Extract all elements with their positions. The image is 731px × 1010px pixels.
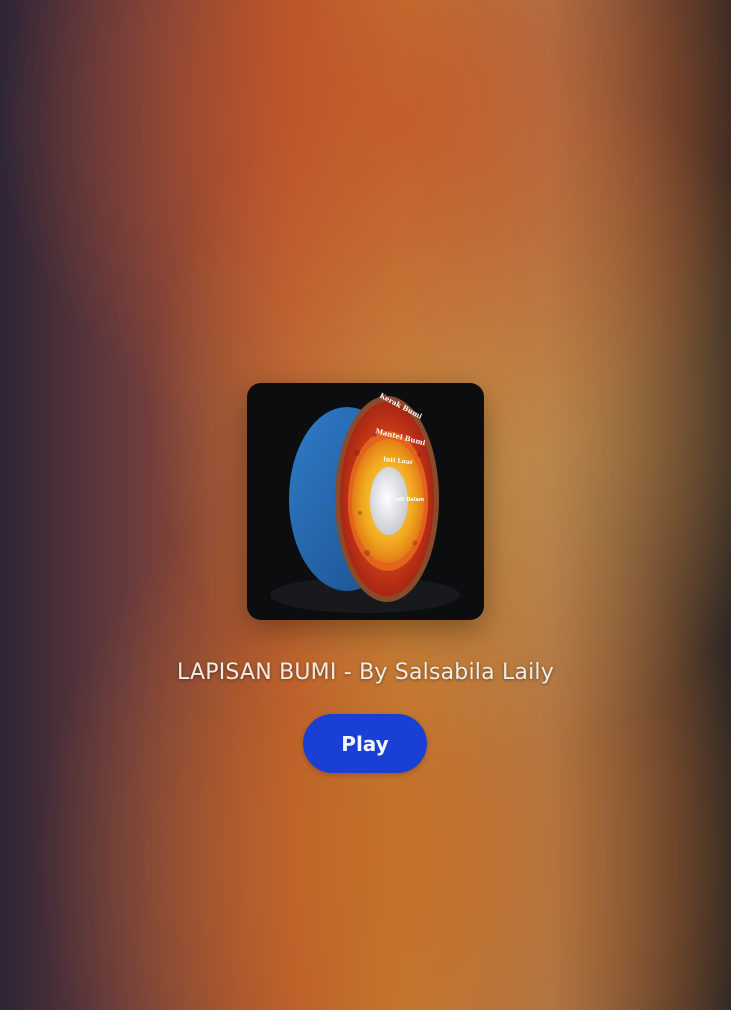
game-cover-image: Kerak Bumi Mantel Bumi Inti Luar Inti Da… [247, 383, 484, 620]
play-button[interactable]: Play [303, 714, 427, 773]
earth-layers-illustration: Kerak Bumi Mantel Bumi Inti Luar Inti Da… [270, 391, 460, 613]
game-title: LAPISAN BUMI - By Salsabila Laily [177, 660, 554, 685]
label-inti-dalam: Inti Dalam [395, 497, 424, 503]
game-launch-screen: Kerak Bumi Mantel Bumi Inti Luar Inti Da… [0, 0, 731, 1010]
